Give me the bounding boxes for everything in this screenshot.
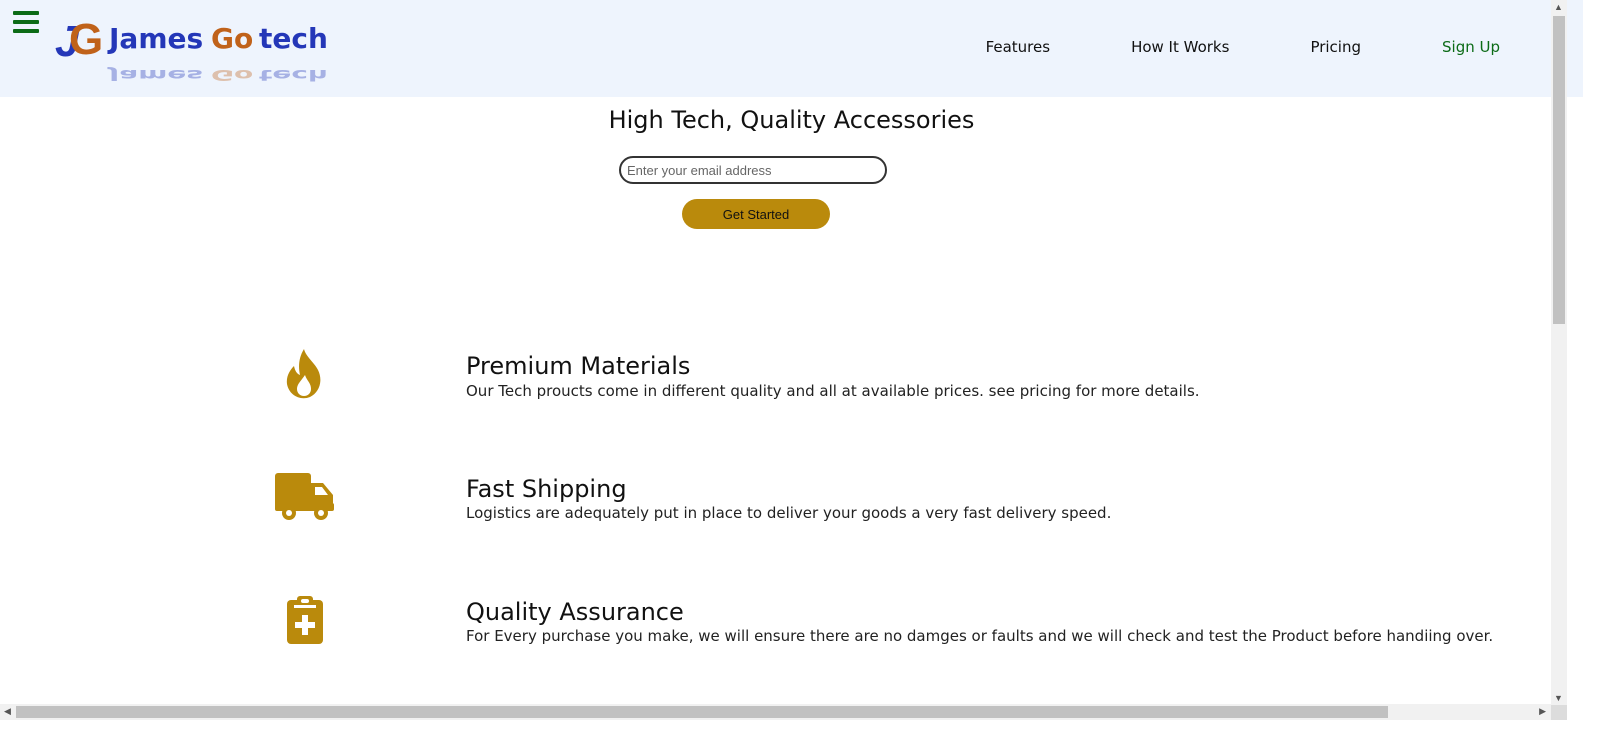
svg-text:Go: Go	[211, 66, 253, 84]
scroll-up-icon[interactable]: ▲	[1554, 2, 1563, 12]
feature-premium-materials: Premium Materials Our Tech proucts come …	[0, 348, 1583, 408]
svg-text:Go: Go	[211, 22, 253, 55]
svg-text:tech: tech	[259, 66, 328, 84]
site-logo[interactable]: J G James Go tech James Go tech	[55, 12, 330, 92]
scrollbar-corner	[1551, 705, 1567, 720]
scroll-down-icon[interactable]: ▼	[1554, 693, 1563, 703]
site-header: J G James Go tech James Go tech Features…	[0, 0, 1583, 97]
feature-fast-shipping: Fast Shipping Logistics are adequately p…	[0, 472, 1583, 532]
truck-icon	[275, 473, 335, 526]
hamburger-icon[interactable]	[13, 11, 39, 33]
feature-title: Fast Shipping	[466, 475, 627, 503]
scroll-left-icon[interactable]: ◀	[4, 706, 11, 717]
get-started-button[interactable]: Get Started	[682, 199, 830, 229]
email-input[interactable]	[619, 156, 887, 184]
feature-text: For Every purchase you make, we will ens…	[466, 627, 1494, 645]
svg-text:James: James	[107, 22, 203, 55]
vertical-scroll-thumb[interactable]	[1553, 16, 1565, 324]
svg-text:tech: tech	[259, 22, 328, 55]
horizontal-scroll-thumb[interactable]	[16, 706, 1388, 718]
scroll-right-icon[interactable]: ▶	[1539, 706, 1546, 717]
svg-text:James: James	[107, 66, 204, 84]
main-nav: Features How It Works Pricing Sign Up	[905, 38, 1500, 56]
nav-link-how-it-works[interactable]: How It Works	[1131, 38, 1229, 56]
feature-title: Premium Materials	[466, 352, 691, 380]
fire-icon	[286, 348, 323, 404]
nav-link-pricing[interactable]: Pricing	[1310, 38, 1361, 56]
svg-text:G: G	[69, 15, 103, 64]
vertical-scrollbar[interactable]: ▲ ▼	[1551, 0, 1567, 705]
clipboard-medical-icon	[287, 596, 323, 649]
nav-link-features[interactable]: Features	[986, 38, 1051, 56]
hero-title: High Tech, Quality Accessories	[608, 106, 975, 134]
feature-text: Our Tech proucts come in different quali…	[466, 382, 1200, 400]
feature-text: Logistics are adequately put in place to…	[466, 504, 1112, 522]
feature-quality-assurance: Quality Assurance For Every purchase you…	[0, 596, 1583, 648]
horizontal-scrollbar[interactable]: ◀ ▶	[0, 704, 1551, 720]
bottom-strip	[0, 720, 1599, 733]
feature-title: Quality Assurance	[466, 598, 684, 626]
nav-link-sign-up[interactable]: Sign Up	[1442, 38, 1500, 56]
